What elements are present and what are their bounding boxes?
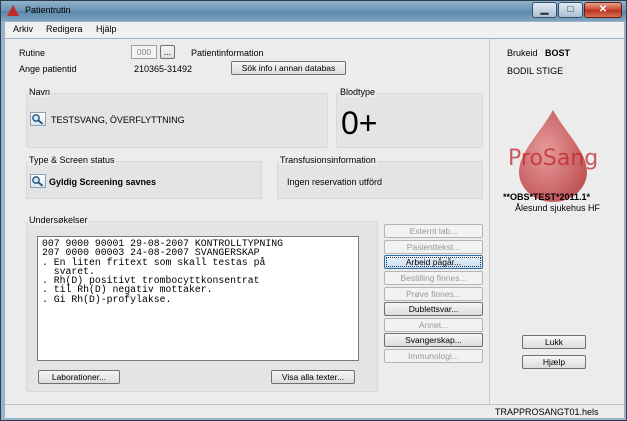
- search-other-database-button[interactable]: Sök info i annan databas: [231, 61, 346, 75]
- pasienttekst-button[interactable]: Pasienttekst...: [384, 240, 483, 254]
- prosang-logo-text: ProSang: [508, 146, 599, 171]
- undersokelser-title: Undersøkelser: [28, 215, 89, 225]
- transfusion-title: Transfusionsinformation: [279, 155, 377, 165]
- status-text: TRAPPROSANGT01.hels: [495, 407, 599, 417]
- user-name: BODIL STIGE: [507, 66, 564, 76]
- menu-redigera[interactable]: Redigera: [46, 24, 83, 34]
- visa-alla-texter-button[interactable]: Visa alla texter...: [271, 370, 355, 384]
- menu-bar: Arkiv Redigera Hjälp: [5, 22, 624, 38]
- brukerid-value: BOST: [545, 48, 571, 58]
- rutine-label: Rutine: [19, 48, 46, 58]
- laboratorier-button[interactable]: Laborationer...: [38, 370, 120, 384]
- bestilling-finnes-button[interactable]: Bestilling finnes...: [384, 271, 483, 285]
- version-text: **OBS*TEST*2011.1*: [503, 192, 591, 202]
- hospital-name: Ålesund sjukehus HF: [515, 203, 601, 213]
- hjelp-button[interactable]: Hjælp: [522, 355, 586, 369]
- patient-name: TESTSVANG, ÖVERFLYTTNING: [51, 115, 185, 125]
- close-button[interactable]: ✕: [584, 2, 622, 18]
- undersokelser-textarea[interactable]: 007 9000 90001 29-08-2007 KONTROLLTYPNIN…: [37, 236, 359, 361]
- patientid-label: Ange patientid: [19, 64, 77, 74]
- prosang-app-icon: [7, 5, 19, 16]
- dublettsvar-button[interactable]: Dublettsvar...: [384, 302, 483, 316]
- maximize-button[interactable]: □: [558, 2, 583, 18]
- screen-status-value: Gyldig Screening savnes: [49, 177, 157, 187]
- blodtype-title: Blodtype: [339, 87, 377, 97]
- menu-hjalp[interactable]: Hjälp: [96, 24, 117, 34]
- result-line: . Gi Rh(D)-profylakse.: [42, 293, 172, 305]
- immunologi-button[interactable]: Immunologi...: [384, 349, 483, 363]
- lukk-button[interactable]: Lukk: [522, 335, 586, 349]
- status-bar: TRAPPROSANGT01.hels: [5, 404, 624, 418]
- externt-lab-button[interactable]: Externt lab...: [384, 224, 483, 238]
- arbeid-pagar-button[interactable]: Arbeid pågår...: [384, 255, 483, 269]
- navn-lookup-icon[interactable]: [30, 112, 46, 126]
- screen-status-title: Type & Screen status: [28, 155, 116, 165]
- rutine-field[interactable]: 000: [131, 45, 157, 59]
- annet-button[interactable]: Annet...: [384, 318, 483, 332]
- menu-arkiv[interactable]: Arkiv: [13, 24, 33, 34]
- main-panel: Rutine 000 ... Patientinformation Ange p…: [5, 39, 624, 404]
- prove-finnes-button[interactable]: Prøve finnes...: [384, 287, 483, 301]
- transfusion-value: Ingen reservation utförd: [287, 177, 383, 187]
- title-bar[interactable]: Patientrutin ▁ □ ✕: [1, 1, 626, 21]
- patientinfo-label: Patientinformation: [191, 48, 264, 58]
- svangerskap-button[interactable]: Svangerskap...: [384, 333, 483, 347]
- brukerid-label: Brukeid: [507, 48, 538, 58]
- patientid-value[interactable]: 210365-31492: [134, 64, 192, 74]
- rutine-browse-button[interactable]: ...: [160, 45, 175, 59]
- panel-divider: [489, 39, 490, 404]
- screen-lookup-icon[interactable]: [30, 174, 46, 188]
- navn-title: Navn: [28, 87, 52, 97]
- minimize-button[interactable]: ▁: [532, 2, 557, 18]
- blodtype-value: 0+: [341, 105, 378, 141]
- window-title: Patientrutin: [25, 5, 71, 15]
- patientrutin-window: Patientrutin ▁ □ ✕ Arkiv Redigera Hjälp …: [0, 0, 627, 421]
